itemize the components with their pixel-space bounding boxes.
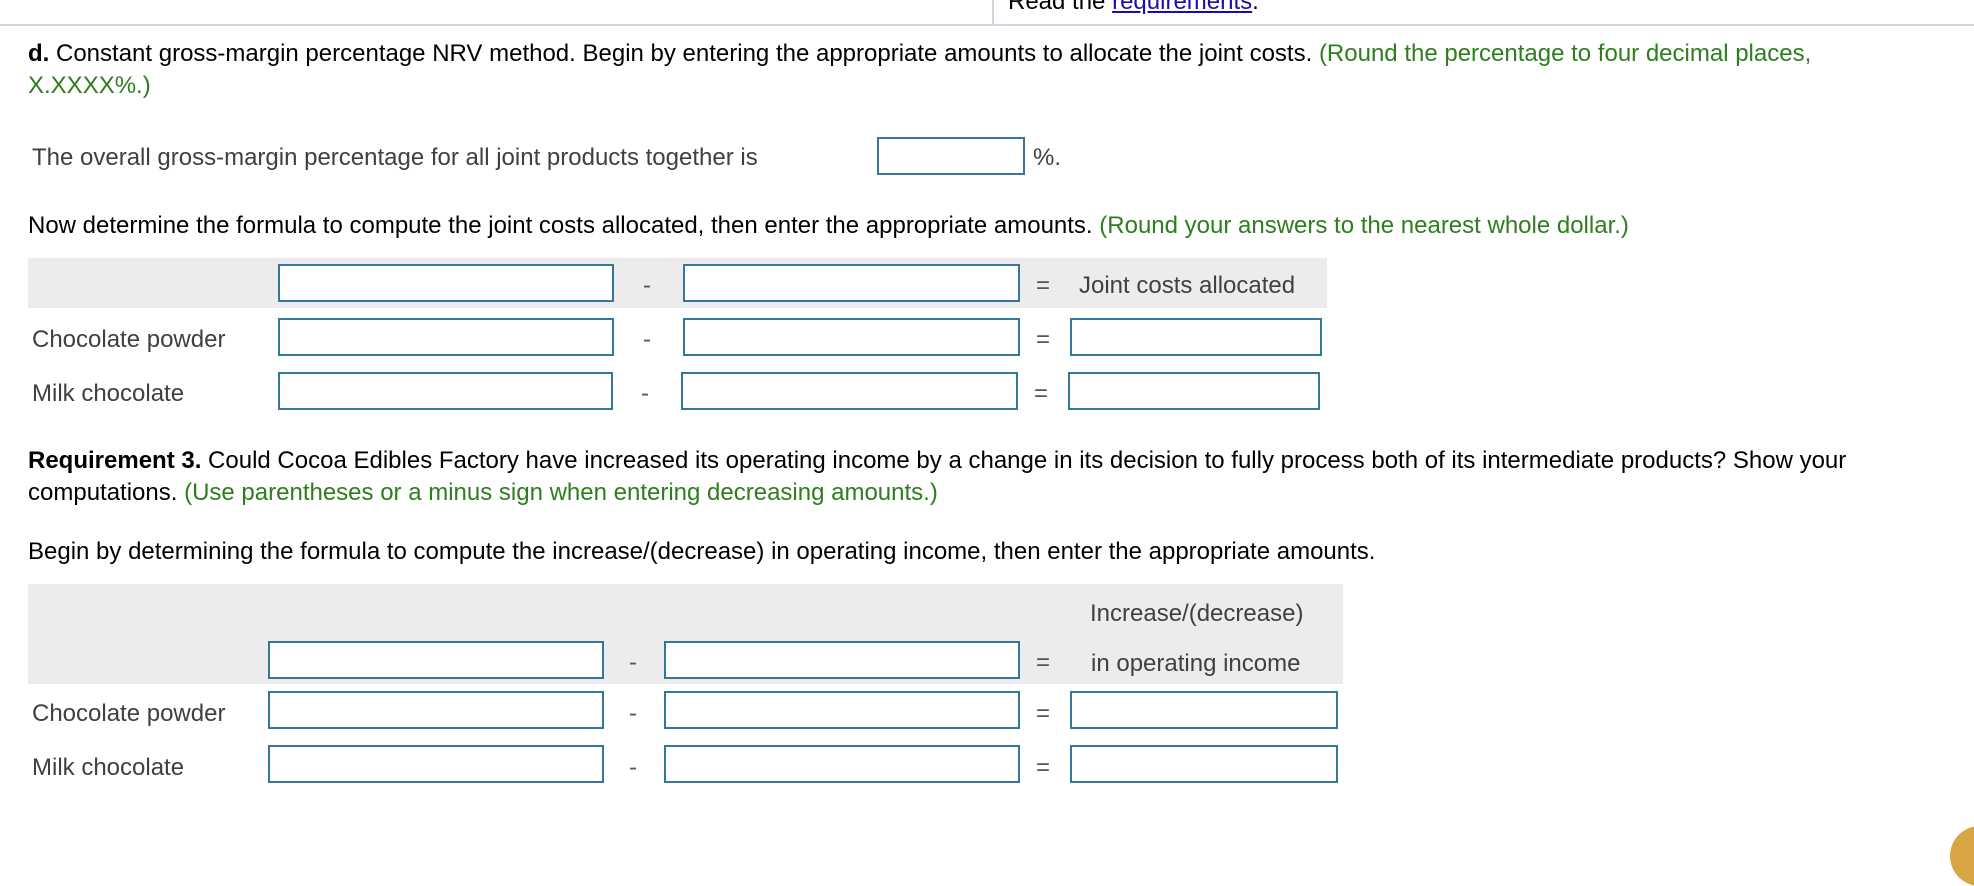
overall-gm-input[interactable] [877, 137, 1025, 175]
row-input-b[interactable] [683, 318, 1020, 356]
header-input-b[interactable] [664, 641, 1020, 679]
read-requirements-text: Read the requirements. [1008, 0, 1259, 16]
row-label: Chocolate powder [32, 700, 226, 727]
part-d-label: d. [28, 40, 50, 67]
overall-gm-label: The overall gross-margin percentage for … [32, 144, 758, 171]
result-header: Joint costs allocated [1079, 272, 1296, 299]
row-input-a[interactable] [278, 318, 614, 356]
part-d-text: Constant gross-margin percentage NRV met… [49, 40, 1319, 67]
equals-sign: = [1036, 649, 1051, 676]
minus-sign: - [643, 326, 651, 353]
row-result-input[interactable] [1070, 691, 1338, 729]
equals-sign: = [1034, 380, 1049, 407]
row-input-b[interactable] [664, 691, 1020, 729]
header-input-b[interactable] [683, 264, 1020, 302]
result-header-line2: in operating income [1091, 650, 1301, 677]
formula-hint: (Round your answers to the nearest whole… [1099, 212, 1629, 239]
row-label: Milk chocolate [32, 754, 185, 781]
equals-sign: = [1036, 326, 1051, 353]
result-header-line1: Increase/(decrease) [1090, 600, 1304, 627]
row-result-input[interactable] [1070, 318, 1322, 356]
row-input-a[interactable] [268, 691, 604, 729]
equals-sign: = [1036, 272, 1051, 299]
row-input-b[interactable] [681, 372, 1018, 410]
row-input-b[interactable] [664, 745, 1020, 783]
minus-sign: - [629, 649, 637, 676]
percent-suffix: %. [1033, 144, 1062, 171]
equals-sign: = [1036, 700, 1051, 727]
requirement-3-question: Requirement 3. Could Cocoa Edibles Facto… [28, 445, 1948, 509]
minus-sign: - [629, 754, 637, 781]
requirements-link[interactable]: requirements [1112, 0, 1252, 15]
row-input-a[interactable] [278, 372, 613, 410]
header-input-a[interactable] [278, 264, 614, 302]
requirement-3-label: Requirement 3. [28, 447, 202, 474]
minus-sign: - [629, 700, 637, 727]
header-input-a[interactable] [268, 641, 604, 679]
column-divider [992, 0, 994, 24]
top-strip: Read the requirements. [0, 0, 1974, 24]
read-prefix: Read the [1008, 0, 1106, 15]
requirement-3-hint: (Use parentheses or a minus sign when en… [184, 479, 938, 506]
requirement-3-formula-instruction: Begin by determining the formula to comp… [28, 538, 1376, 565]
minus-sign: - [641, 380, 649, 407]
floating-action-button[interactable] [1950, 826, 1974, 886]
section-divider [0, 24, 1974, 26]
formula-instruction-text: Now determine the formula to compute the… [28, 212, 1100, 239]
row-result-input[interactable] [1070, 745, 1338, 783]
part-d-instruction: d. Constant gross-margin percentage NRV … [28, 38, 1928, 102]
row-label: Chocolate powder [32, 326, 226, 353]
equals-sign: = [1036, 754, 1051, 781]
minus-sign: - [643, 272, 651, 299]
row-label: Milk chocolate [32, 380, 185, 407]
row-input-a[interactable] [268, 745, 604, 783]
read-suffix: . [1252, 0, 1259, 15]
row-result-input[interactable] [1068, 372, 1320, 410]
part-d-formula-instruction: Now determine the formula to compute the… [28, 210, 1928, 242]
